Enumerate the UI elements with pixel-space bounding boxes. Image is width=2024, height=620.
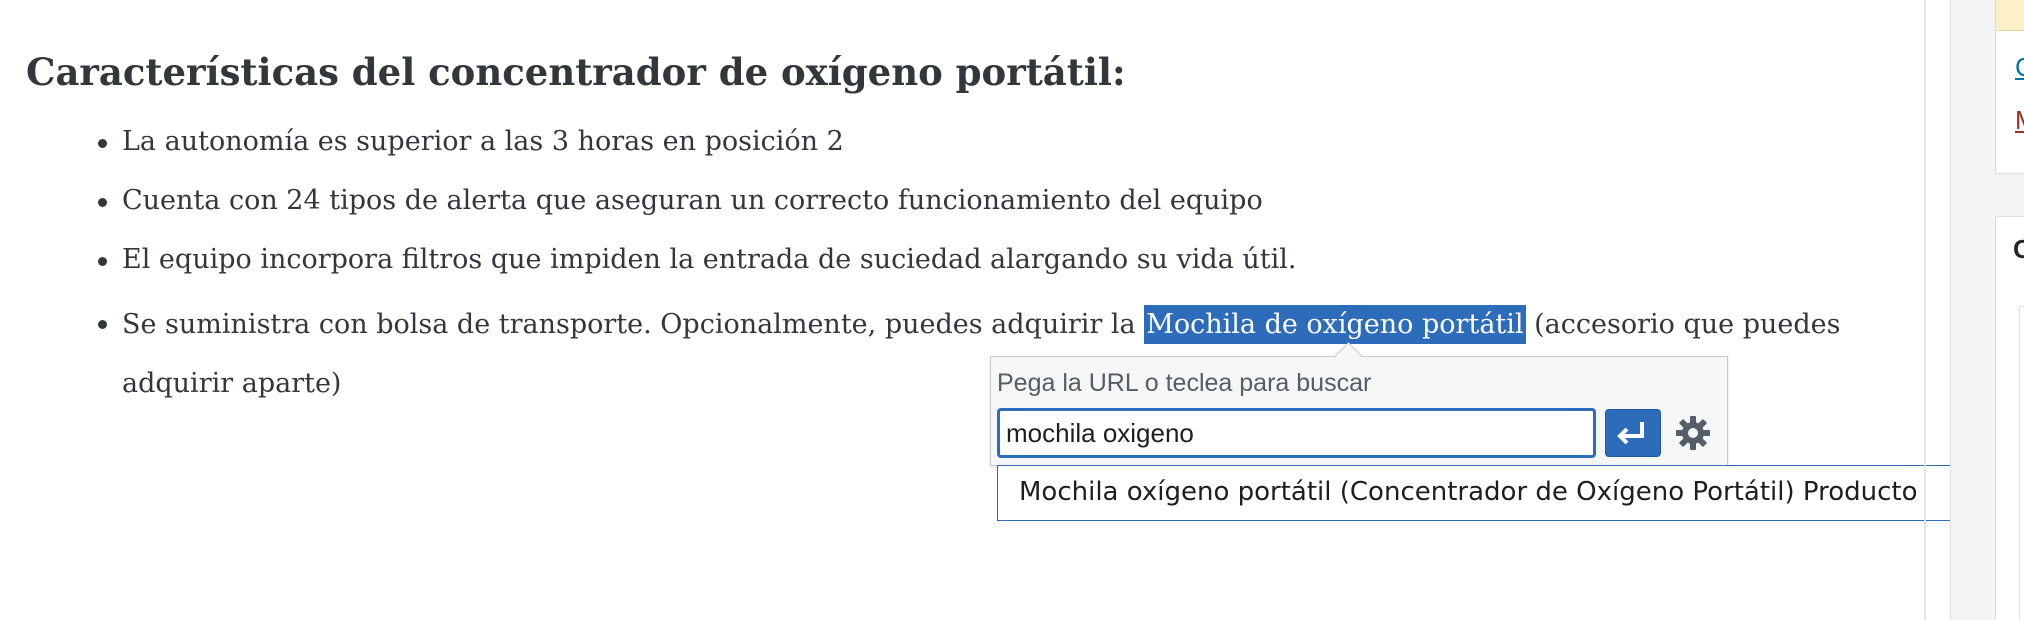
sidebar-panel-content bbox=[2019, 306, 2024, 620]
list-item[interactable]: La autonomía es superior a las 3 horas e… bbox=[94, 118, 1840, 177]
block-heading[interactable]: Características del concentrador de oxíg… bbox=[26, 50, 1126, 94]
selected-link-text[interactable]: Mochila de oxígeno portátil bbox=[1144, 305, 1526, 344]
link-settings-button[interactable] bbox=[1671, 411, 1715, 455]
list-item-text-after: (accesorio que puedes bbox=[1525, 309, 1841, 340]
notice-strip bbox=[1996, 0, 2024, 31]
sidebar-panel-title[interactable]: C bbox=[2013, 234, 2024, 265]
sidebar-link-secondary[interactable]: M bbox=[2015, 105, 2024, 136]
sidebar-link-primary[interactable]: C bbox=[2015, 52, 2024, 83]
list-item[interactable]: Cuenta con 24 tipos de alerta que asegur… bbox=[94, 177, 1840, 236]
enter-arrow-icon bbox=[1617, 422, 1644, 445]
list-item-text-line2: adquirir aparte) bbox=[122, 368, 342, 399]
apply-link-button[interactable] bbox=[1605, 409, 1661, 457]
editor-canvas: Características del concentrador de oxíg… bbox=[0, 0, 2024, 620]
link-suggestion-item[interactable]: Mochila oxígeno portátil (Concentrador d… bbox=[997, 465, 2024, 521]
list-item-text-before: Se suministra con bolsa de transporte. O… bbox=[122, 309, 1145, 340]
page: Características del concentrador de oxíg… bbox=[0, 0, 2024, 620]
link-popover: Pega la URL o teclea para buscar bbox=[990, 342, 1728, 466]
url-search-input[interactable] bbox=[997, 408, 1596, 458]
list-item[interactable]: El equipo incorpora filtros que impiden … bbox=[94, 236, 1840, 295]
editor-divider bbox=[1924, 0, 1926, 620]
url-input-label: Pega la URL o teclea para buscar bbox=[997, 369, 1372, 397]
settings-sidebar: C M C bbox=[1950, 0, 2024, 620]
notice-panel bbox=[1995, 0, 2024, 174]
gear-icon bbox=[1676, 416, 1710, 450]
